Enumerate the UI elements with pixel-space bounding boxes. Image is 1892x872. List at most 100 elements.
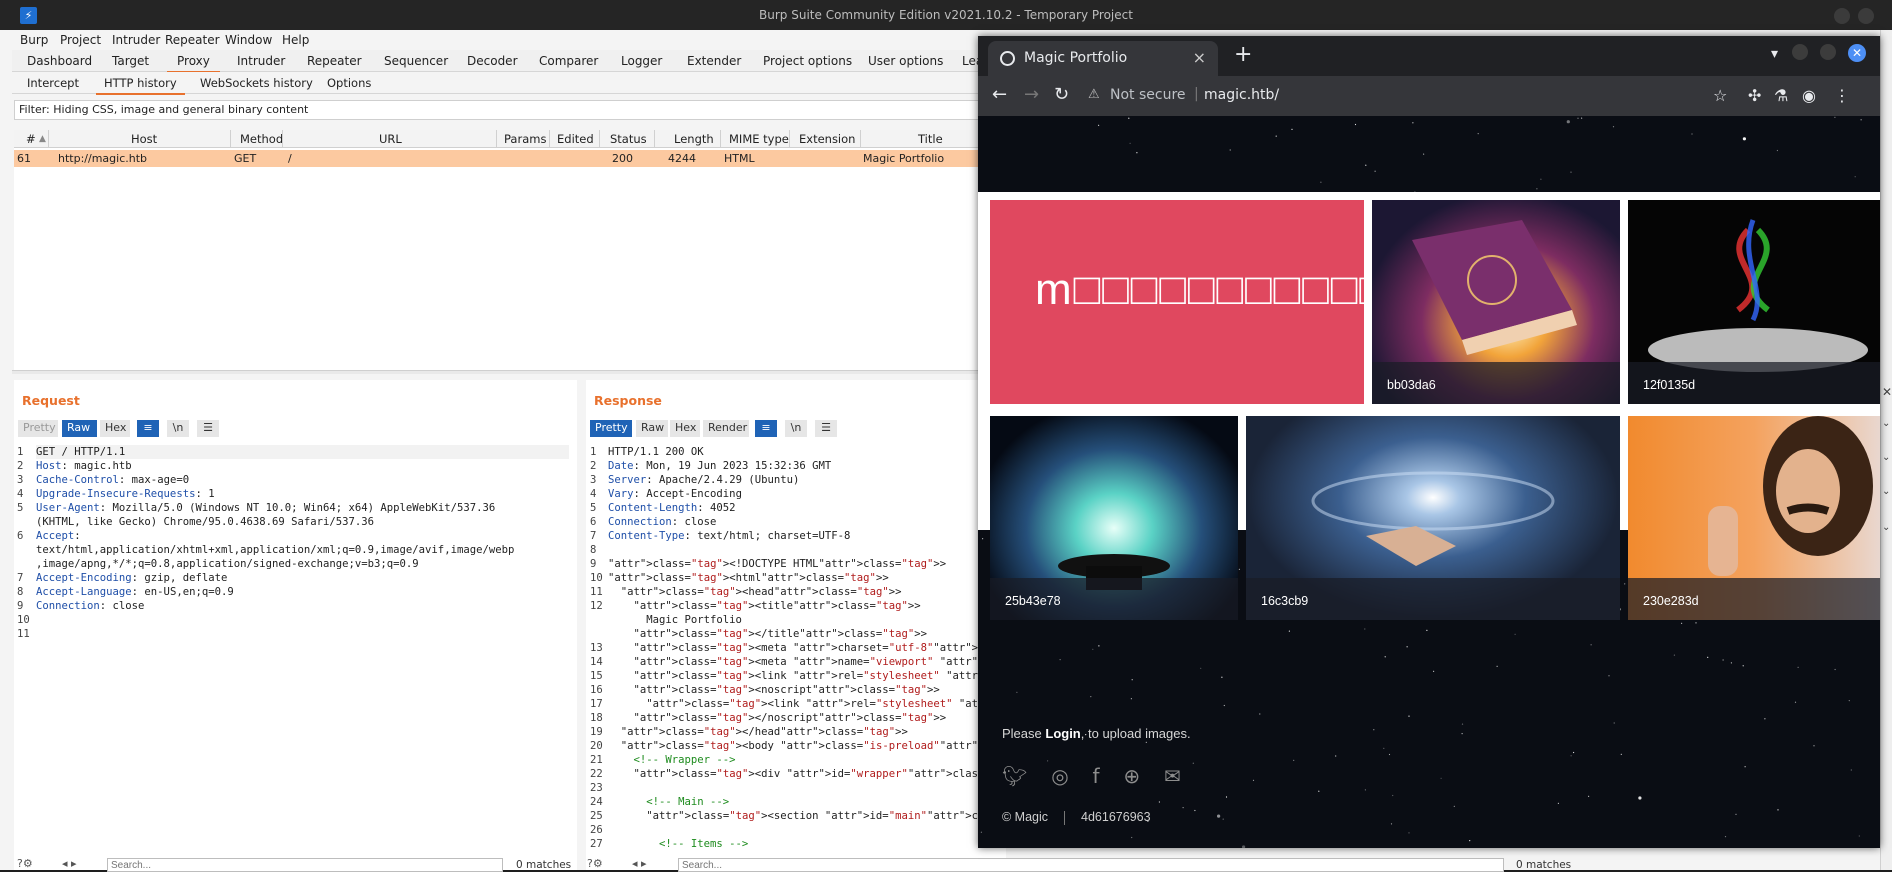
tab-project-options[interactable]: Project options [763, 54, 852, 68]
tab-proxy[interactable]: Proxy [167, 54, 220, 73]
menu-repeater[interactable]: Repeater [165, 33, 220, 47]
gallery-item[interactable]: 16c3cb9 [1246, 416, 1620, 620]
bookmark-star-icon[interactable]: ☆ [1713, 86, 1727, 105]
social-icons: 🐦︎ ◎ f ⊕ ✉ [1002, 764, 1201, 788]
gallery-item[interactable]: 25b43e78 [990, 416, 1238, 620]
newline-icon[interactable]: \n [167, 420, 189, 437]
tab-search-icon[interactable]: ▾ [1771, 46, 1778, 62]
profile-avatar-icon[interactable]: ◉ [1802, 86, 1816, 105]
table-row[interactable]: 61 http://magic.htb GET / 200 4244 HTML … [14, 150, 1024, 167]
menu-intruder[interactable]: Intruder [112, 33, 160, 47]
gallery-caption: 16c3cb9 [1246, 578, 1620, 620]
history-table-area [14, 148, 1014, 370]
brand-tile[interactable]: m□□□□□□□□□□□□ [990, 200, 1364, 404]
col-number[interactable]: # [26, 132, 36, 146]
current-line-highlight [36, 445, 569, 459]
col-host[interactable]: Host [131, 132, 157, 146]
tab-logger[interactable]: Logger [621, 54, 662, 68]
tab-repeater[interactable]: Repeater [307, 54, 362, 68]
menu-project[interactable]: Project [60, 33, 101, 47]
close-window-button[interactable]: ✕ [1848, 44, 1866, 62]
menu-help[interactable]: Help [282, 33, 309, 47]
menu-burp[interactable]: Burp [20, 33, 48, 47]
tab-extender[interactable]: Extender [687, 54, 741, 68]
tab-sequencer[interactable]: Sequencer [384, 54, 448, 68]
twitter-icon[interactable]: 🐦︎ [1002, 764, 1027, 788]
forward-icon[interactable]: → [1024, 84, 1039, 105]
response-raw-button[interactable]: Raw [636, 420, 668, 437]
extension-flask-icon[interactable]: ⚗ [1774, 86, 1788, 105]
tab-intruder[interactable]: Intruder [237, 54, 285, 68]
new-tab-button[interactable]: + [1234, 42, 1252, 67]
response-pretty-button[interactable]: Pretty [590, 420, 632, 437]
copyright-text: © Magic [1002, 810, 1049, 824]
brand-logo-text: m□□□□□□□□□□□□ [1035, 265, 1364, 314]
browser-tab[interactable]: Magic Portfolio × [988, 41, 1218, 76]
extensions-icon[interactable]: ✣ [1748, 86, 1761, 105]
request-body[interactable]: GET / HTTP/1.1 Host: magic.htb Cache-Con… [36, 445, 514, 627]
subtab-options[interactable]: Options [327, 76, 371, 90]
response-newline-icon[interactable]: \n [785, 420, 807, 437]
menu-icon[interactable]: ☰ [197, 420, 219, 437]
tab-decoder[interactable]: Decoder [467, 54, 518, 68]
response-nav-arrows-icon[interactable]: ◂ ▸ [632, 857, 647, 870]
col-title[interactable]: Title [918, 132, 943, 146]
reload-icon[interactable]: ↻ [1054, 84, 1069, 105]
instagram-icon[interactable]: ◎ [1051, 764, 1068, 788]
tab-target[interactable]: Target [112, 54, 149, 68]
close-icon[interactable]: ✕ [1882, 385, 1892, 399]
col-url[interactable]: URL [379, 132, 402, 146]
gallery-item[interactable]: bb03da6 [1372, 200, 1620, 404]
chevron-down-icon[interactable]: ⌄ [1882, 452, 1890, 463]
copyright: © Magic 4d61676963 [1002, 810, 1151, 825]
close-tab-icon[interactable]: × [1193, 48, 1206, 67]
wrap-lines-icon[interactable]: ≡ [137, 420, 159, 437]
help-icon[interactable]: ?⚙ [17, 857, 33, 870]
request-raw-button[interactable]: Raw [62, 420, 97, 437]
chevron-down-icon[interactable]: ⌄ [1882, 486, 1890, 497]
col-status[interactable]: Status [610, 132, 647, 146]
col-edited[interactable]: Edited [557, 132, 594, 146]
subtab-http-history[interactable]: HTTP history [96, 76, 185, 95]
nav-arrows-icon[interactable]: ◂ ▸ [62, 857, 77, 870]
col-method[interactable]: Method [240, 132, 283, 146]
response-wrap-lines-icon[interactable]: ≡ [755, 420, 777, 437]
col-params[interactable]: Params [504, 132, 546, 146]
col-mime-type[interactable]: MIME type [729, 132, 789, 146]
filter-bar[interactable]: Filter: Hiding CSS, image and general bi… [14, 100, 1014, 120]
col-extension[interactable]: Extension [799, 132, 855, 146]
minimize-button[interactable] [1792, 44, 1808, 60]
menu-window[interactable]: Window [225, 33, 272, 47]
tab-dashboard[interactable]: Dashboard [27, 54, 92, 68]
request-hex-button[interactable]: Hex [100, 420, 130, 437]
chevron-down-icon[interactable]: ⌄ [1882, 418, 1890, 429]
login-link[interactable]: Login [1045, 726, 1080, 741]
row-method: GET [234, 152, 257, 165]
tab-comparer[interactable]: Comparer [539, 54, 598, 68]
subtab-websockets-history[interactable]: WebSockets history [200, 76, 313, 90]
facebook-icon[interactable]: f [1093, 764, 1100, 788]
response-matches: 0 matches [1516, 859, 1572, 871]
minimize-button[interactable] [1834, 8, 1850, 24]
back-icon[interactable]: ← [992, 84, 1007, 105]
more-menu-icon[interactable]: ⋮ [1834, 86, 1850, 105]
response-hex-button[interactable]: Hex [670, 420, 700, 437]
pane-divider[interactable] [12, 370, 1012, 374]
dribbble-icon[interactable]: ⊕ [1123, 764, 1140, 788]
response-menu-icon[interactable]: ☰ [815, 420, 837, 437]
address-bar[interactable]: ⚠ Not secure | magic.htb/ [1080, 82, 1720, 110]
gallery-item[interactable]: 12f0135d [1628, 200, 1880, 404]
response-render-button[interactable]: Render [703, 420, 749, 437]
maximize-button[interactable] [1820, 44, 1836, 60]
gallery-item[interactable]: 230e283d [1628, 416, 1880, 620]
row-mime: HTML [724, 152, 755, 165]
col-length[interactable]: Length [674, 132, 714, 146]
chevron-down-icon[interactable]: ⌄ [1882, 522, 1890, 533]
response-help-icon[interactable]: ?⚙ [587, 857, 603, 870]
gallery-caption: bb03da6 [1372, 362, 1620, 404]
envelope-icon[interactable]: ✉ [1164, 764, 1181, 788]
subtab-intercept[interactable]: Intercept [27, 76, 79, 90]
maximize-button[interactable] [1858, 8, 1874, 24]
request-pretty-button[interactable]: Pretty [18, 420, 58, 437]
tab-user-options[interactable]: User options [868, 54, 943, 68]
